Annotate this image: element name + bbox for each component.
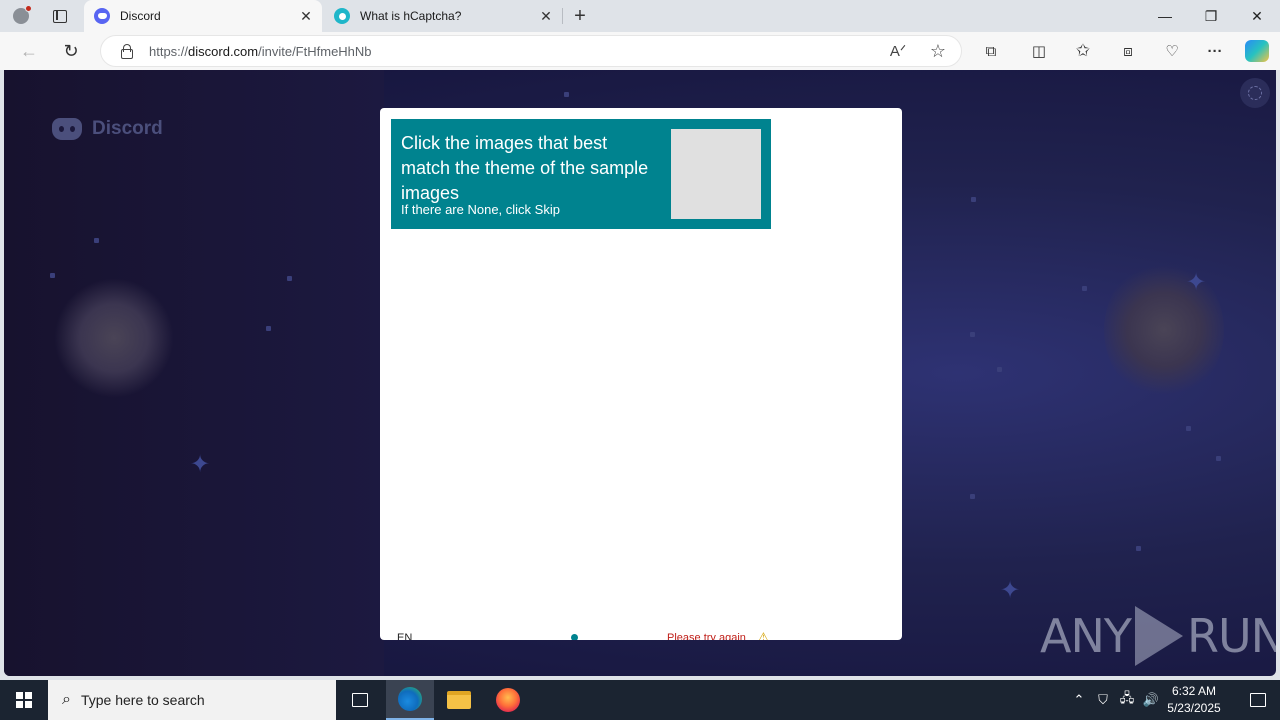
profile-button[interactable] <box>8 4 34 28</box>
hcaptcha-favicon-icon <box>334 8 350 24</box>
security-icon[interactable]: ⛉ <box>1092 680 1114 720</box>
background-star <box>1186 426 1191 431</box>
watermark-left: ANY <box>1040 609 1132 663</box>
firefox-button[interactable] <box>484 680 532 720</box>
folder-icon <box>447 691 471 709</box>
minimize-button[interactable]: — <box>1142 0 1188 32</box>
taskbar: ⌕ Type here to search ⌃ ⛉ 🖧 🔊 6:32 AM 5/… <box>0 680 1280 720</box>
taskbar-search[interactable]: ⌕ Type here to search <box>48 680 336 720</box>
background-star <box>971 197 976 202</box>
read-aloud-icon[interactable]: A͏ᐟ <box>883 36 913 66</box>
url-scheme: https:// <box>149 43 189 59</box>
lock-icon[interactable] <box>119 44 133 59</box>
accessibility-button[interactable] <box>1240 78 1270 108</box>
background-star <box>997 367 1002 372</box>
captcha-challenge: Click the images that best match the the… <box>380 108 902 640</box>
accessibility-icon <box>1248 86 1262 100</box>
tab-discord[interactable]: Discord ✕ <box>84 0 322 32</box>
profile-avatar-icon <box>13 5 32 24</box>
sample-image <box>671 129 761 219</box>
reload-button[interactable]: ↻ <box>56 36 86 66</box>
url-path: /invite/FtHfmeHhNb <box>258 43 372 59</box>
collections-icon[interactable]: ⧈ <box>1113 36 1143 66</box>
background-star <box>1082 286 1087 291</box>
captcha-subprompt-text: If there are None, click Skip <box>401 202 560 217</box>
background-star <box>287 276 292 281</box>
chevron-up-icon[interactable]: ⌃ <box>1068 680 1090 720</box>
volume-icon[interactable]: 🔊 <box>1140 680 1162 720</box>
file-explorer-button[interactable] <box>435 680 483 720</box>
sparkle-icon: ✦ <box>190 451 211 478</box>
notification-center-button[interactable] <box>1236 680 1280 720</box>
page-viewport: ✦ ✦ ✦ Discord Click the images that best… <box>4 70 1276 676</box>
background-planet <box>54 278 174 398</box>
new-tab-button[interactable]: + <box>568 4 592 28</box>
firefox-icon <box>496 688 520 712</box>
captcha-prompt: Click the images that best match the the… <box>391 119 771 229</box>
tab-close-button[interactable]: ✕ <box>536 6 556 26</box>
network-icon[interactable]: 🖧 <box>1116 680 1138 720</box>
background-star <box>50 273 55 278</box>
background-star <box>564 92 569 97</box>
background-star <box>970 332 975 337</box>
captcha-footer: EN Please try again ⚠ <box>380 628 902 640</box>
warning-icon: ⚠ <box>758 630 769 640</box>
background-star <box>1216 456 1221 461</box>
watermark-play-icon <box>1134 606 1183 666</box>
tab-title: Discord <box>120 9 161 23</box>
address-bar[interactable]: https://discord.com/invite/FtHfmeHhNb A͏… <box>100 35 962 67</box>
notification-dot <box>25 5 32 12</box>
close-window-button[interactable]: ✕ <box>1234 0 1280 32</box>
url-text[interactable]: https://discord.com/invite/FtHfmeHhNb <box>149 44 372 59</box>
background-star <box>1136 546 1141 551</box>
sparkle-icon: ✦ <box>1186 269 1207 296</box>
tab-title: What is hCaptcha? <box>360 9 462 23</box>
background-panel <box>4 70 384 676</box>
discord-wordmark: Discord <box>92 118 163 139</box>
more-icon[interactable]: ··· <box>1200 36 1230 66</box>
favorite-star-icon[interactable]: ☆ <box>923 36 953 66</box>
discord-logo-icon <box>52 118 82 140</box>
tab-close-button[interactable]: ✕ <box>296 6 316 26</box>
tab-hcaptcha[interactable]: What is hCaptcha? ✕ <box>324 0 562 32</box>
search-placeholder: Type here to search <box>80 692 205 708</box>
error-message: Please try again <box>667 632 746 640</box>
discord-favicon-icon <box>94 8 110 24</box>
progress-dot <box>571 634 578 640</box>
watermark-right: RUN <box>1186 609 1276 663</box>
sparkle-icon: ✦ <box>1000 577 1021 604</box>
search-icon: ⌕ <box>62 691 71 708</box>
start-button[interactable] <box>0 680 48 720</box>
windows-logo-icon <box>16 692 32 708</box>
address-toolbar: ← ↻ https://discord.com/invite/FtHfmeHhN… <box>0 32 1280 70</box>
split-screen-icon[interactable]: ◫ <box>1024 36 1054 66</box>
tab-actions-button[interactable] <box>46 4 74 28</box>
edge-taskbar-button[interactable] <box>386 680 434 720</box>
task-view-icon <box>352 693 368 707</box>
back-button[interactable]: ← <box>14 36 44 66</box>
tab-separator <box>562 8 563 24</box>
captcha-prompt-text: Click the images that best match the the… <box>401 133 649 203</box>
background-star <box>970 494 975 499</box>
clock-date: 5/23/2025 <box>1167 701 1221 715</box>
language-selector[interactable]: EN <box>397 632 412 640</box>
background-star <box>94 238 99 243</box>
edge-icon <box>398 687 422 711</box>
notification-icon <box>1250 693 1266 707</box>
clock-time: 6:32 AM <box>1171 684 1217 698</box>
extensions-icon[interactable]: ⧉ <box>976 36 1006 66</box>
url-host: discord.com <box>188 43 259 59</box>
background-star <box>266 326 271 331</box>
copilot-icon[interactable] <box>1245 40 1269 62</box>
discord-logo[interactable]: Discord <box>52 118 163 140</box>
restore-button[interactable]: ❐ <box>1188 0 1234 32</box>
tab-actions-icon <box>53 9 67 23</box>
browser-essentials-icon[interactable]: ♡ <box>1157 36 1187 66</box>
favorites-icon[interactable]: ✩ <box>1068 36 1098 66</box>
system-clock[interactable]: 6:32 AM 5/23/2025 <box>1160 683 1228 717</box>
anyrun-watermark: ANY RUN <box>1040 606 1276 666</box>
task-view-button[interactable] <box>336 680 384 720</box>
tab-strip: Discord ✕ What is hCaptcha? ✕ + — ❐ ✕ <box>0 0 1280 32</box>
